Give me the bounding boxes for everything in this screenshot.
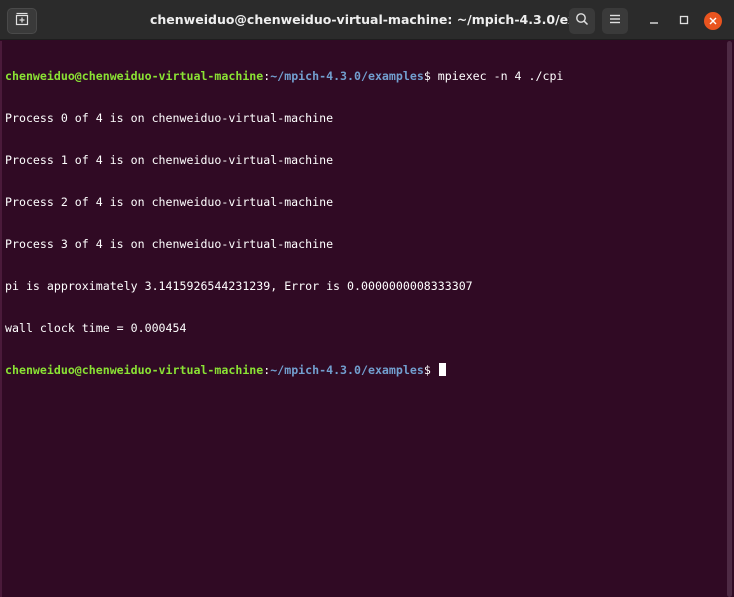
command-line: chenweiduo@chenweiduo-virtual-machine:~/…	[5, 69, 724, 83]
close-button[interactable]	[704, 12, 722, 30]
close-icon	[709, 12, 717, 30]
new-tab-icon	[15, 12, 29, 31]
scrollbar-thumb[interactable]	[727, 41, 732, 597]
command-text: mpiexec -n 4 ./cpi	[430, 69, 564, 83]
output-line: Process 1 of 4 is on chenweiduo-virtual-…	[5, 153, 334, 167]
prompt-symbol: $	[423, 69, 431, 83]
scrollbar[interactable]	[724, 41, 734, 597]
hamburger-menu-icon	[609, 12, 621, 30]
minimize-icon	[649, 12, 659, 30]
menu-button[interactable]	[602, 8, 628, 34]
text-cursor	[438, 363, 446, 376]
maximize-button[interactable]	[673, 10, 695, 32]
output-line: Process 0 of 4 is on chenweiduo-virtual-…	[5, 111, 334, 125]
minimize-button[interactable]	[643, 10, 665, 32]
output-line: wall clock time = 0.000454	[5, 321, 187, 335]
prompt-path: ~/mpich-4.3.0/examples	[270, 363, 424, 377]
search-button[interactable]	[569, 8, 595, 34]
output-line: Process 3 of 4 is on chenweiduo-virtual-…	[5, 237, 334, 251]
prompt-line[interactable]: chenweiduo@chenweiduo-virtual-machine:~/…	[5, 363, 724, 377]
prompt-path: ~/mpich-4.3.0/examples	[270, 69, 424, 83]
search-icon	[575, 12, 589, 31]
terminal-area[interactable]: chenweiduo@chenweiduo-virtual-machine:~/…	[0, 41, 724, 597]
prompt-user: chenweiduo@chenweiduo-virtual-machine	[5, 363, 264, 377]
prompt-user: chenweiduo@chenweiduo-virtual-machine	[5, 69, 264, 83]
title-bar[interactable]: chenweiduo@chenweiduo-virtual-machine: ~…	[0, 0, 734, 40]
maximize-icon	[679, 12, 689, 30]
window-title: chenweiduo@chenweiduo-virtual-machine: ~…	[150, 12, 580, 27]
prompt-symbol: $	[423, 363, 438, 377]
new-tab-button[interactable]	[7, 8, 37, 34]
output-line: Process 2 of 4 is on chenweiduo-virtual-…	[5, 195, 334, 209]
output-line: pi is approximately 3.1415926544231239, …	[5, 279, 473, 293]
terminal-window: chenweiduo@chenweiduo-virtual-machine: ~…	[0, 0, 734, 597]
